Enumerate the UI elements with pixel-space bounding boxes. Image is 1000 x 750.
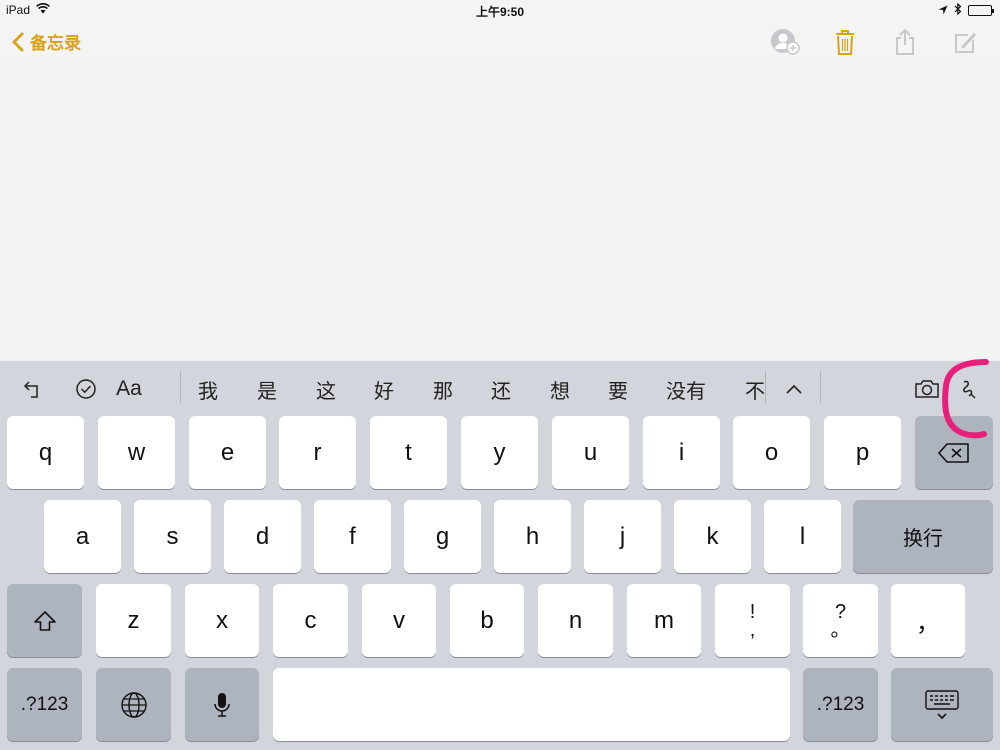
key-t[interactable]: t <box>370 416 447 489</box>
candidate-word[interactable]: 还 <box>491 375 511 404</box>
return-key[interactable]: 换行 <box>853 500 993 573</box>
key-c[interactable]: c <box>273 584 348 657</box>
status-right <box>938 2 994 18</box>
key-d[interactable]: d <box>224 500 301 573</box>
candidate-word[interactable]: 那 <box>433 375 453 404</box>
dismiss-keyboard-key[interactable] <box>891 668 993 741</box>
key-y[interactable]: y <box>461 416 538 489</box>
chevron-left-icon <box>12 32 24 51</box>
globe-key[interactable] <box>96 668 171 741</box>
numbers-key-right[interactable]: .?123 <box>803 668 878 741</box>
key-r[interactable]: r <box>279 416 356 489</box>
note-body[interactable] <box>0 62 1000 360</box>
shortcut-bar: Aa 我 是 这 好 那 还 想 要 没有 不 <box>0 361 1000 413</box>
key-fullwidth-comma[interactable]: ， <box>891 584 965 657</box>
keyboard: Aa 我 是 这 好 那 还 想 要 没有 不 q w e r t y u i … <box>0 361 1000 750</box>
undo-icon[interactable] <box>18 375 46 403</box>
location-arrow-icon <box>938 4 948 18</box>
space-bar[interactable] <box>273 668 790 741</box>
key-p[interactable]: p <box>824 416 901 489</box>
key-h[interactable]: h <box>494 500 571 573</box>
bluetooth-icon <box>954 2 962 18</box>
camera-icon[interactable] <box>912 375 942 403</box>
key-bottom-char: 。 <box>830 618 851 641</box>
compose-icon[interactable] <box>948 26 982 58</box>
key-e[interactable]: e <box>189 416 266 489</box>
key-a[interactable]: a <box>44 500 121 573</box>
candidate-word[interactable]: 要 <box>608 375 628 404</box>
key-question-period[interactable]: ? 。 <box>803 584 878 657</box>
key-g[interactable]: g <box>404 500 481 573</box>
format-button[interactable]: Aa <box>112 375 146 403</box>
key-u[interactable]: u <box>552 416 629 489</box>
status-time: 上午9:50 <box>475 5 525 19</box>
checklist-icon[interactable] <box>72 375 100 403</box>
delete-icon <box>938 442 969 463</box>
divider <box>765 371 766 403</box>
key-f[interactable]: f <box>314 500 391 573</box>
globe-icon <box>120 691 147 718</box>
candidate-word[interactable]: 想 <box>550 375 570 404</box>
key-b[interactable]: b <box>450 584 524 657</box>
key-x[interactable]: x <box>185 584 259 657</box>
dictation-key[interactable] <box>185 668 259 741</box>
key-o[interactable]: o <box>733 416 810 489</box>
key-i[interactable]: i <box>643 416 720 489</box>
key-top-char: ? <box>834 600 847 623</box>
key-j[interactable]: j <box>584 500 661 573</box>
key-k[interactable]: k <box>674 500 751 573</box>
back-label: 备忘录 <box>30 34 81 53</box>
shift-icon <box>33 610 56 631</box>
candidate-word[interactable]: 是 <box>257 375 277 404</box>
numbers-key-left[interactable]: .?123 <box>7 668 82 741</box>
key-top-char: ! <box>749 600 756 623</box>
key-exclaim-comma[interactable]: ! , <box>715 584 790 657</box>
candidate-word[interactable]: 我 <box>198 375 218 404</box>
nav-actions <box>768 26 982 58</box>
divider <box>820 371 821 403</box>
key-l[interactable]: l <box>764 500 841 573</box>
key-z[interactable]: z <box>96 584 171 657</box>
key-bottom-char: , <box>749 618 756 641</box>
keyboard-dismiss-icon <box>925 689 959 719</box>
candidate-word[interactable]: 好 <box>374 375 394 404</box>
key-q[interactable]: q <box>7 416 84 489</box>
shift-key[interactable] <box>7 584 82 657</box>
key-w[interactable]: w <box>98 416 175 489</box>
add-person-icon[interactable] <box>768 26 802 58</box>
back-button[interactable]: 备忘录 <box>12 29 81 54</box>
candidate-word[interactable]: 这 <box>316 375 336 404</box>
battery-icon <box>968 5 994 16</box>
status-bar: iPad 上午9:50 <box>0 0 1000 20</box>
share-icon[interactable] <box>888 26 922 58</box>
candidate-word[interactable]: 没有 <box>666 375 706 404</box>
trash-icon[interactable] <box>828 26 862 58</box>
delete-key[interactable] <box>915 416 993 489</box>
sketch-icon[interactable] <box>954 375 982 403</box>
key-n[interactable]: n <box>538 584 613 657</box>
key-v[interactable]: v <box>362 584 436 657</box>
nav-bar: 备忘录 <box>0 22 1000 62</box>
key-s[interactable]: s <box>134 500 211 573</box>
microphone-icon <box>214 692 230 717</box>
divider <box>180 371 181 403</box>
key-m[interactable]: m <box>627 584 701 657</box>
expand-candidates-icon[interactable] <box>780 375 808 403</box>
candidate-word[interactable]: 不 <box>745 375 765 404</box>
